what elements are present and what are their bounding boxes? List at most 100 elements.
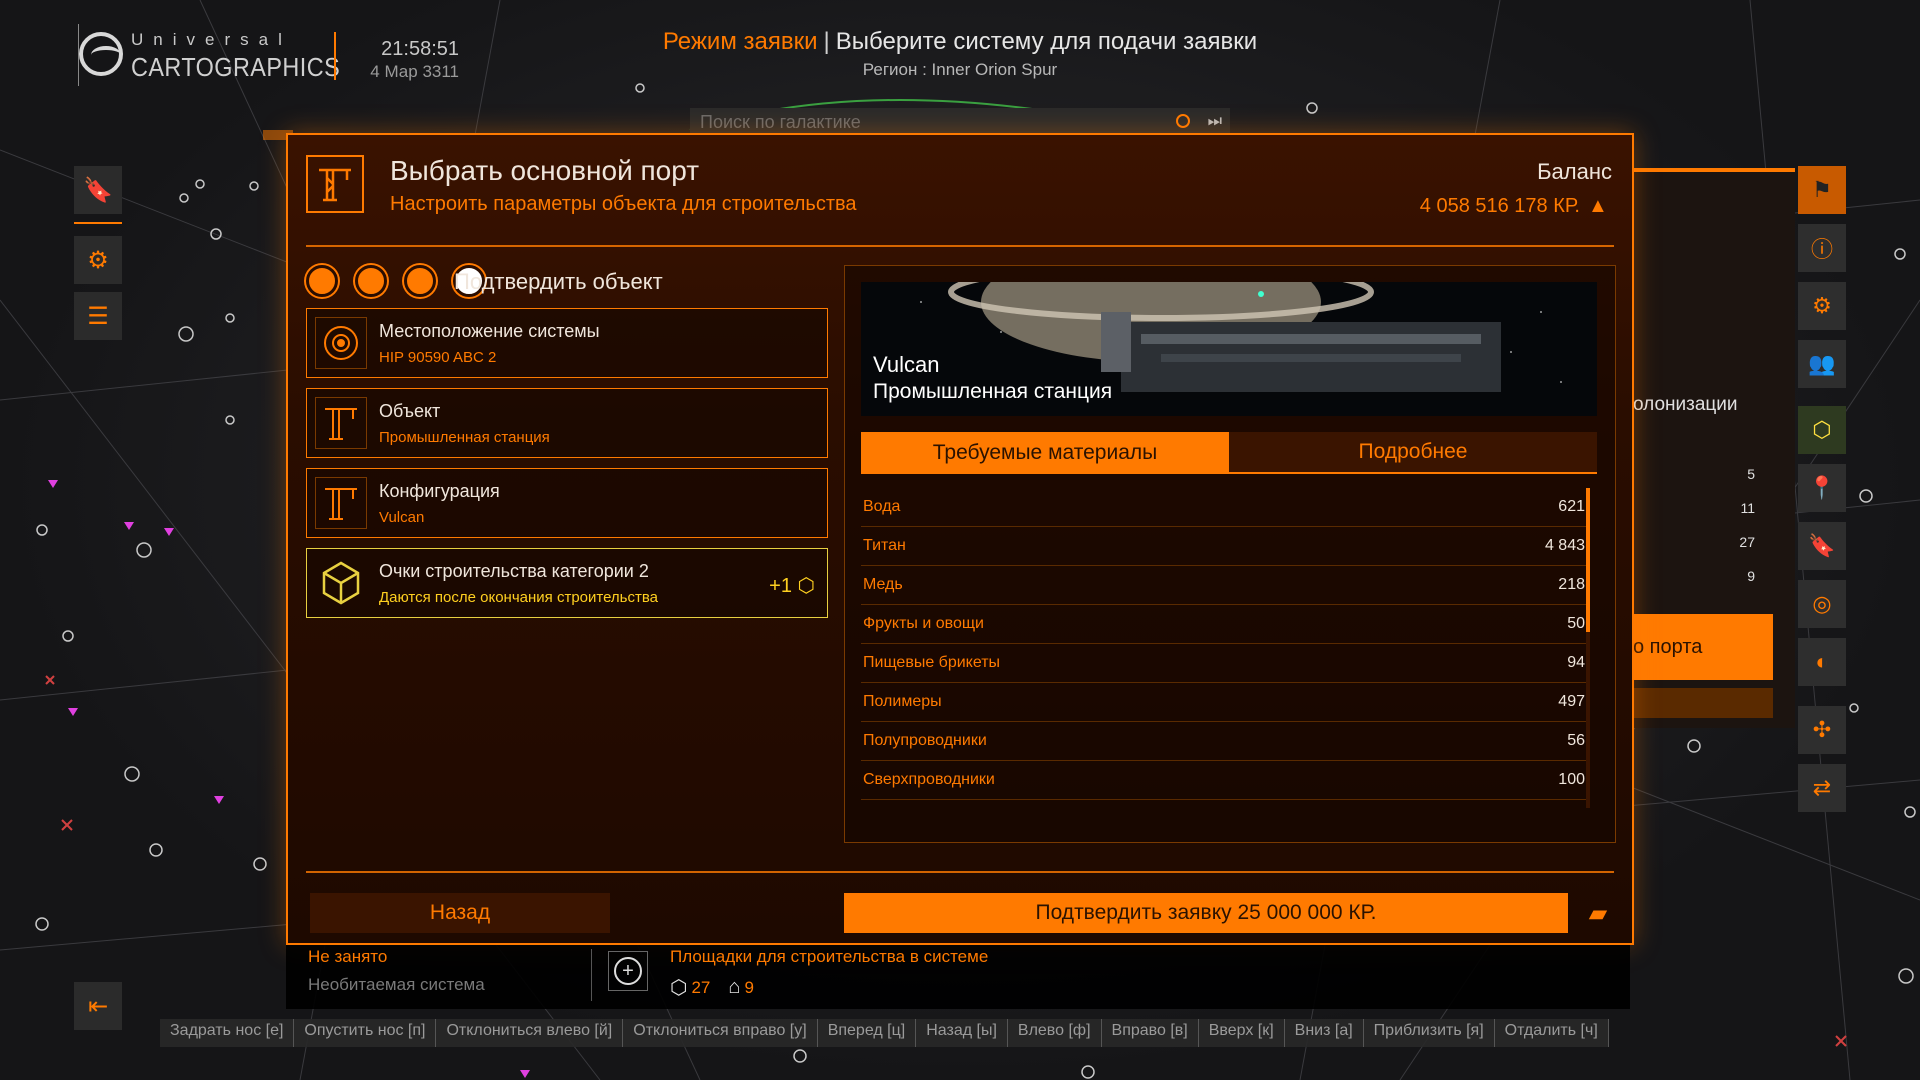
step-label: Подтвердить объект	[454, 269, 663, 294]
card-value: Vulcan	[379, 509, 425, 526]
panel-partial-text: олонизации	[1633, 394, 1738, 415]
crane-icon	[315, 397, 367, 449]
material-quantity: 621	[1558, 498, 1585, 515]
card-value: Даются после окончания строительства	[379, 589, 659, 606]
card-title: Местоположение системы	[379, 321, 600, 341]
keybind-hint: Вниз [а]	[1284, 1019, 1364, 1047]
gear-icon[interactable]: ⚙	[74, 236, 122, 284]
station-details-panel: Vulcan Промышленная станция Требуемые ма…	[844, 265, 1616, 843]
pin-icon[interactable]: 📍	[1798, 464, 1846, 512]
surface-site-count: 9	[744, 977, 754, 997]
material-name: Пищевые брикеты	[863, 654, 1001, 671]
system-type: Необитаемая система	[308, 975, 485, 994]
credits-icon: ▲	[1588, 195, 1608, 217]
step-complete[interactable]	[306, 265, 338, 297]
panel-port-button[interactable]: о порта	[1633, 614, 1773, 680]
swap-icon[interactable]: ⇄	[1798, 764, 1846, 812]
info-icon[interactable]: ⓘ	[1798, 224, 1846, 272]
keybind-hint: Отдалить [ч]	[1494, 1019, 1609, 1047]
panel-value: 9	[1747, 568, 1755, 584]
hexagon-icon: ⬡	[797, 575, 815, 597]
material-quantity: 56	[1567, 732, 1585, 749]
add-icon[interactable]: +	[608, 951, 648, 991]
search-placeholder: Поиск по галактике	[700, 112, 861, 132]
select-primary-port-dialog: Выбрать основной порт Настроить параметр…	[286, 133, 1634, 945]
globe-icon[interactable]: ◐	[1798, 638, 1846, 686]
material-name: Медь	[863, 576, 903, 593]
material-name: Полупроводники	[863, 732, 987, 749]
flag-icon[interactable]: ⚑	[1798, 166, 1846, 214]
crane-icon	[315, 477, 367, 529]
keybind-hint-bar: Задрать нос [е] Опустить нос [п] Отклони…	[160, 1019, 1609, 1047]
facility-card[interactable]: Объект Промышленная станция	[306, 388, 828, 458]
material-name: Вода	[863, 498, 901, 515]
list-icon[interactable]: ☰	[74, 292, 122, 340]
details-tabs: Требуемые материалы Подробнее	[861, 432, 1597, 474]
materials-list: Вода 621 Титан 4 843 Медь 218 Фрукты и овощ…	[861, 488, 1587, 800]
tab-required-materials[interactable]: Требуемые материалы	[861, 432, 1229, 474]
material-quantity: 4 843	[1544, 537, 1585, 554]
points-bonus: +1 ⬡	[769, 573, 815, 598]
keybind-hint: Приблизить [я]	[1363, 1019, 1495, 1047]
exit-icon[interactable]: ⇤	[74, 982, 122, 1030]
construction-site-counts: ⬡ 27 ⌂ 9	[670, 975, 754, 1000]
keybind-hint: Влево [ф]	[1007, 1019, 1102, 1047]
card-title: Конфигурация	[379, 481, 500, 501]
balance-value: 4 058 516 178 КР.	[1419, 195, 1580, 217]
construction-sites-title: Площадки для строительства в системе	[670, 947, 989, 966]
occupancy-status: Не занято	[308, 947, 388, 966]
keybind-hint: Отклониться влево [й]	[436, 1019, 624, 1047]
material-quantity: 218	[1558, 576, 1585, 593]
panel-value: 27	[1739, 534, 1755, 550]
credits-payment-icon: ▰	[1588, 899, 1608, 927]
materials-scroll-thumb[interactable]	[1586, 488, 1590, 632]
keybind-hint: Вперед [ц]	[817, 1019, 917, 1047]
hexagon-icon	[315, 557, 367, 609]
panel-value: 5	[1747, 466, 1755, 482]
system-location-card[interactable]: Местоположение системы HIP 90590 ABC 2	[306, 308, 828, 378]
material-quantity: 497	[1558, 693, 1585, 710]
orbital-site-count: 27	[691, 977, 711, 997]
card-value: HIP 90590 ABC 2	[379, 349, 497, 366]
mode-title: Режим заявки | Выберите систему для подачи…	[0, 28, 1920, 56]
sidebar-active-indicator	[74, 222, 122, 224]
list-item: Полупроводники 56	[861, 722, 1587, 761]
plus-icon: +	[614, 957, 642, 985]
list-item: Сверхпроводники 100	[861, 761, 1587, 800]
info-divider	[591, 949, 592, 1001]
points-bonus-value: +1	[769, 575, 792, 597]
material-quantity: 94	[1567, 654, 1585, 671]
orbital-site-icon: ⬡	[670, 977, 688, 999]
back-button[interactable]: Назад	[310, 893, 610, 933]
system-prompt: Выберите систему для подачи заявки	[835, 28, 1258, 55]
header-divider	[306, 245, 1614, 247]
panel-secondary-button[interactable]	[1633, 688, 1773, 718]
settings-icon[interactable]: ⚙	[1798, 282, 1846, 330]
keybind-hint: Отклониться вправо [у]	[623, 1019, 818, 1047]
step-complete[interactable]	[355, 265, 387, 297]
search-icon[interactable]	[1176, 114, 1190, 128]
tab-more-details[interactable]: Подробнее	[1229, 432, 1597, 474]
material-quantity: 100	[1558, 771, 1585, 788]
material-quantity: 50	[1567, 615, 1585, 632]
material-name: Полимеры	[863, 693, 942, 710]
footer-divider	[306, 871, 1614, 873]
construction-points-card: Очки строительства категории 2 Даются по…	[306, 548, 828, 618]
bookmark-icon[interactable]: 🔖	[1798, 522, 1846, 570]
route-icon[interactable]: ⬡	[1798, 406, 1846, 454]
step-complete[interactable]	[404, 265, 436, 297]
bookmark-icon[interactable]: 🔖	[74, 166, 122, 214]
list-item: Медь 218	[861, 566, 1587, 605]
keybind-hint: Вправо [в]	[1101, 1019, 1199, 1047]
skip-forward-icon[interactable]: ⏭	[1208, 113, 1222, 131]
network-icon[interactable]: ✣	[1798, 706, 1846, 754]
station-name: Vulcan	[873, 352, 940, 377]
dialog-title: Выбрать основной порт	[390, 155, 700, 186]
balance-label: Баланс	[1537, 159, 1612, 184]
confirm-request-button[interactable]: Подтвердить заявку 25 000 000 КР.	[844, 893, 1568, 933]
station-preview-image: Vulcan Промышленная станция	[861, 282, 1597, 416]
configuration-card[interactable]: Конфигурация Vulcan	[306, 468, 828, 538]
target-icon[interactable]: ◎	[1798, 580, 1846, 628]
system-info-bar: Не занято Необитаемая система + Площадки…	[286, 945, 1630, 1009]
users-icon[interactable]: 👥	[1798, 340, 1846, 388]
